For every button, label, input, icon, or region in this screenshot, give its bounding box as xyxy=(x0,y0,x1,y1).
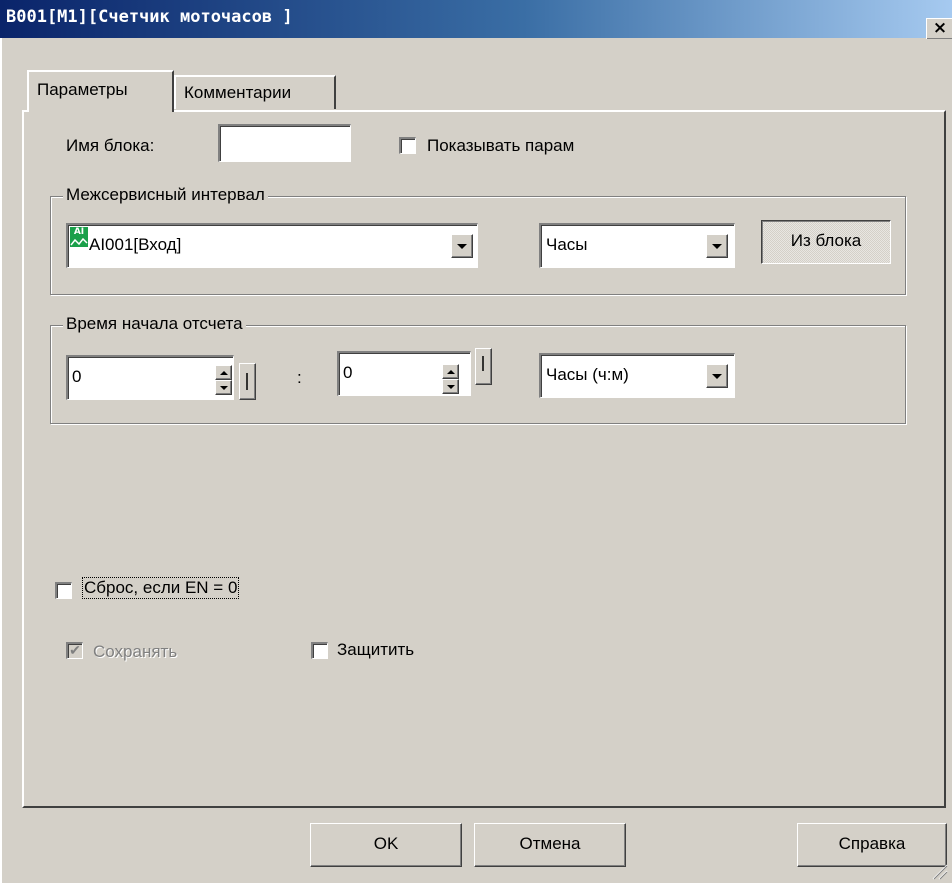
show-params-checkbox[interactable] xyxy=(399,137,416,154)
hours-value: 0 xyxy=(72,367,82,386)
cancel-label: Отмена xyxy=(519,834,581,853)
hours-down-button[interactable] xyxy=(215,380,232,395)
from-block-button[interactable]: Из блока xyxy=(761,220,891,264)
time-format-dropdown-button[interactable] xyxy=(706,364,728,388)
retain-label: Сохранять xyxy=(93,642,178,661)
hours-input[interactable]: 0 xyxy=(66,355,234,400)
help-label: Справка xyxy=(838,834,906,853)
from-block-label: Из блока xyxy=(790,231,862,250)
time-separator: : xyxy=(297,368,302,387)
input-source-dropdown[interactable]: AI AI001[Вход] xyxy=(66,223,478,268)
chevron-down-icon xyxy=(712,374,722,379)
arrow-up-icon xyxy=(219,370,228,375)
bar-icon xyxy=(482,356,484,371)
close-icon: × xyxy=(932,18,948,38)
arrow-down-icon xyxy=(219,385,228,390)
arrow-up-icon xyxy=(446,369,455,374)
cancel-button[interactable]: Отмена xyxy=(474,823,626,867)
block-name-label: Имя блока: xyxy=(66,136,155,155)
input-source-dropdown-button[interactable] xyxy=(451,234,473,258)
input-source-value: AI001[Вход] xyxy=(89,235,182,254)
tab-comments[interactable]: Комментарии xyxy=(174,75,336,109)
tab-comments-label: Комментарии xyxy=(184,83,292,102)
analog-input-icon: AI xyxy=(70,227,88,247)
start-time-group-legend: Время начала отсчета xyxy=(63,314,246,334)
close-button[interactable]: × xyxy=(926,18,952,39)
time-format-dropdown[interactable]: Часы (ч:м) xyxy=(539,353,735,398)
checkmark-icon: ✔ xyxy=(69,642,81,658)
tab-parameters[interactable]: Параметры xyxy=(27,70,174,112)
interval-group-legend: Межсервисный интервал xyxy=(63,185,268,205)
reset-checkbox[interactable] xyxy=(55,582,72,599)
minutes-param-button[interactable] xyxy=(475,348,492,385)
unit-value: Часы xyxy=(546,235,588,254)
show-params-label[interactable]: Показывать парам xyxy=(427,136,574,156)
hours-up-button[interactable] xyxy=(215,365,232,380)
hours-param-button[interactable] xyxy=(239,363,256,400)
block-name-input[interactable] xyxy=(218,124,351,162)
tab-parameters-label: Параметры xyxy=(37,80,128,99)
analog-input-icon-text: AI xyxy=(73,227,85,237)
protect-label[interactable]: Защитить xyxy=(337,640,414,660)
retain-checkbox: ✔ xyxy=(66,642,83,659)
unit-dropdown-button[interactable] xyxy=(706,234,728,258)
protect-checkbox[interactable] xyxy=(311,642,328,659)
window-title: B001[M1][Счетчик моточасов ] xyxy=(6,7,293,27)
minutes-up-button[interactable] xyxy=(442,364,459,379)
unit-dropdown[interactable]: Часы xyxy=(539,223,735,268)
time-format-value: Часы (ч:м) xyxy=(546,365,629,384)
window-border xyxy=(0,38,2,883)
minutes-value: 0 xyxy=(343,363,353,382)
reset-label[interactable]: Сброс, если EN = 0 xyxy=(82,577,240,599)
minutes-input[interactable]: 0 xyxy=(337,351,471,396)
ok-label: OK xyxy=(373,834,399,853)
help-button[interactable]: Справка xyxy=(797,823,947,867)
chevron-down-icon xyxy=(457,244,467,249)
resize-grip-icon[interactable] xyxy=(928,860,948,880)
arrow-down-icon xyxy=(446,384,455,389)
ok-button[interactable]: OK xyxy=(310,823,462,867)
minutes-down-button[interactable] xyxy=(442,379,459,394)
chevron-down-icon xyxy=(712,244,722,249)
bar-icon xyxy=(246,373,248,390)
